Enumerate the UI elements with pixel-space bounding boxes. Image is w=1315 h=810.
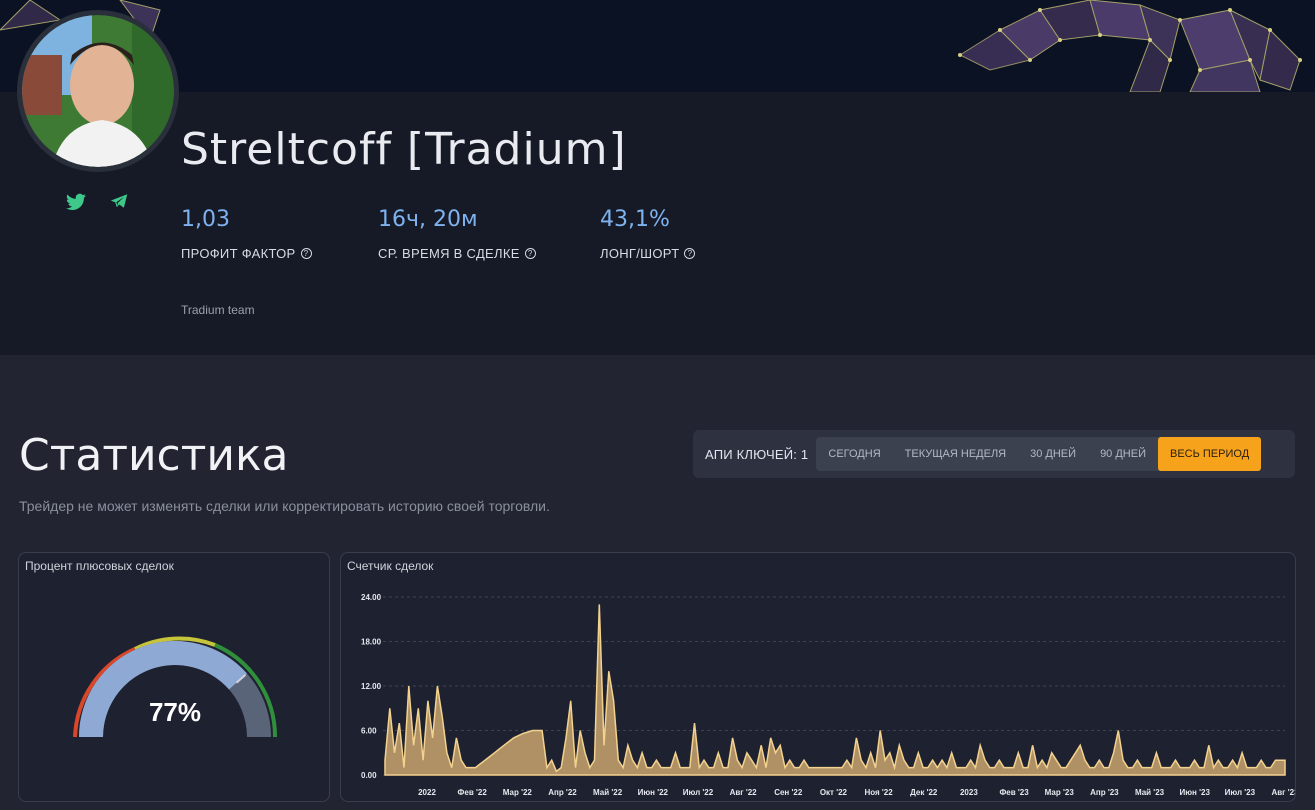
x-tick-label: Фев '23 xyxy=(999,788,1029,797)
metric-label: ПРОФИТ ФАКТОР? xyxy=(181,246,312,261)
x-tick-label: Мар '23 xyxy=(1045,788,1075,797)
period-all-button[interactable]: ВЕСЬ ПЕРИОД xyxy=(1158,437,1262,471)
x-tick-label: 2022 xyxy=(418,788,436,797)
telegram-icon[interactable] xyxy=(110,193,130,211)
x-tick-label: Май '23 xyxy=(1135,788,1165,797)
question-icon[interactable]: ? xyxy=(524,248,536,259)
trade-count-area xyxy=(384,604,1286,776)
x-tick-label: Июн '22 xyxy=(638,788,669,797)
x-tick-label: Июл '22 xyxy=(683,788,714,797)
trade-counter-title: Счетчик сделок xyxy=(347,559,434,573)
period-filter-bar: АПИ КЛЮЧЕЙ: 1 СЕГОДНЯ ТЕКУЩАЯ НЕДЕЛЯ 30 … xyxy=(693,430,1295,478)
y-tick-label: 18.00 xyxy=(361,638,382,647)
metric-long-short: 43,1% ЛОНГ/ШОРТ? xyxy=(600,207,696,261)
metric-label-text: ПРОФИТ ФАКТОР xyxy=(181,246,296,261)
trade-counter-chart: 0.00 6.00 12.00 18.00 24.00 2022 Фев '22 Мар '2… xyxy=(361,593,1299,797)
stats-title: Статистика xyxy=(19,430,289,481)
metric-value: 16ч, 20м xyxy=(378,207,478,232)
x-tick-label: Авг '22 xyxy=(730,788,758,797)
x-tick-label: 2023 xyxy=(960,788,978,797)
y-tick-label: 6.00 xyxy=(361,727,377,736)
x-tick-label: Ноя '22 xyxy=(864,788,893,797)
period-90-days-button[interactable]: 90 ДНЕЙ xyxy=(1088,437,1158,471)
x-tick-label: Июн '23 xyxy=(1179,788,1210,797)
x-tick-label: Июл '23 xyxy=(1225,788,1256,797)
metric-avg-trade-time: 16ч, 20м СР. ВРЕМЯ В СДЕЛКЕ? xyxy=(378,207,536,261)
metric-label: СР. ВРЕМЯ В СДЕЛКЕ? xyxy=(378,246,536,261)
metric-profit-factor: 1,03 ПРОФИТ ФАКТОР? xyxy=(181,207,312,261)
twitter-icon[interactable] xyxy=(66,193,86,211)
period-buttons: СЕГОДНЯ ТЕКУЩАЯ НЕДЕЛЯ 30 ДНЕЙ 90 ДНЕЙ В… xyxy=(816,437,1262,471)
stats-subtitle: Трейдер не может изменять сделки или кор… xyxy=(19,498,550,514)
team-label: Tradium team xyxy=(181,303,255,317)
x-tick-label: Апр '23 xyxy=(1090,788,1119,797)
x-tick-label: Фев '22 xyxy=(458,788,488,797)
period-today-button[interactable]: СЕГОДНЯ xyxy=(816,437,892,471)
x-tick-label: Дек '22 xyxy=(910,788,938,797)
x-tick-label: Май '22 xyxy=(593,788,623,797)
avatar xyxy=(17,10,179,172)
x-tick-label: Сен '22 xyxy=(774,788,803,797)
win-rate-gauge xyxy=(73,636,278,738)
metric-value: 43,1% xyxy=(600,207,670,232)
x-tick-label: Окт '22 xyxy=(820,788,848,797)
x-tick-label: Апр '22 xyxy=(548,788,577,797)
metric-label-text: ЛОНГ/ШОРТ xyxy=(600,246,680,261)
profile-name: Streltcoff [Tradium] xyxy=(181,124,627,175)
win-rate-title: Процент плюсовых сделок xyxy=(25,559,174,573)
banner-network-art xyxy=(0,0,1302,92)
y-tick-label: 0.00 xyxy=(361,771,377,780)
period-30-days-button[interactable]: 30 ДНЕЙ xyxy=(1018,437,1088,471)
y-tick-label: 12.00 xyxy=(361,682,382,691)
win-rate-card: Процент плюсовых сделок 77% xyxy=(18,552,330,802)
period-week-button[interactable]: ТЕКУЩАЯ НЕДЕЛЯ xyxy=(893,437,1018,471)
metric-label-text: СР. ВРЕМЯ В СДЕЛКЕ xyxy=(378,246,520,261)
question-icon[interactable]: ? xyxy=(300,248,312,259)
y-tick-label: 24.00 xyxy=(361,593,382,602)
trade-counter-card: Счетчик сделок 0.00 6.00 12.00 18.00 24.00 20… xyxy=(340,552,1299,802)
x-tick-label: Мар '22 xyxy=(503,788,533,797)
question-icon[interactable]: ? xyxy=(684,248,696,259)
win-rate-value: 77% xyxy=(148,697,202,727)
metric-value: 1,03 xyxy=(181,207,230,232)
profile-banner xyxy=(0,0,1315,92)
metric-label: ЛОНГ/ШОРТ? xyxy=(600,246,696,261)
social-links xyxy=(66,193,130,211)
x-tick-label: Авг '23 xyxy=(1271,788,1295,797)
api-keys-count: АПИ КЛЮЧЕЙ: 1 xyxy=(705,446,809,462)
